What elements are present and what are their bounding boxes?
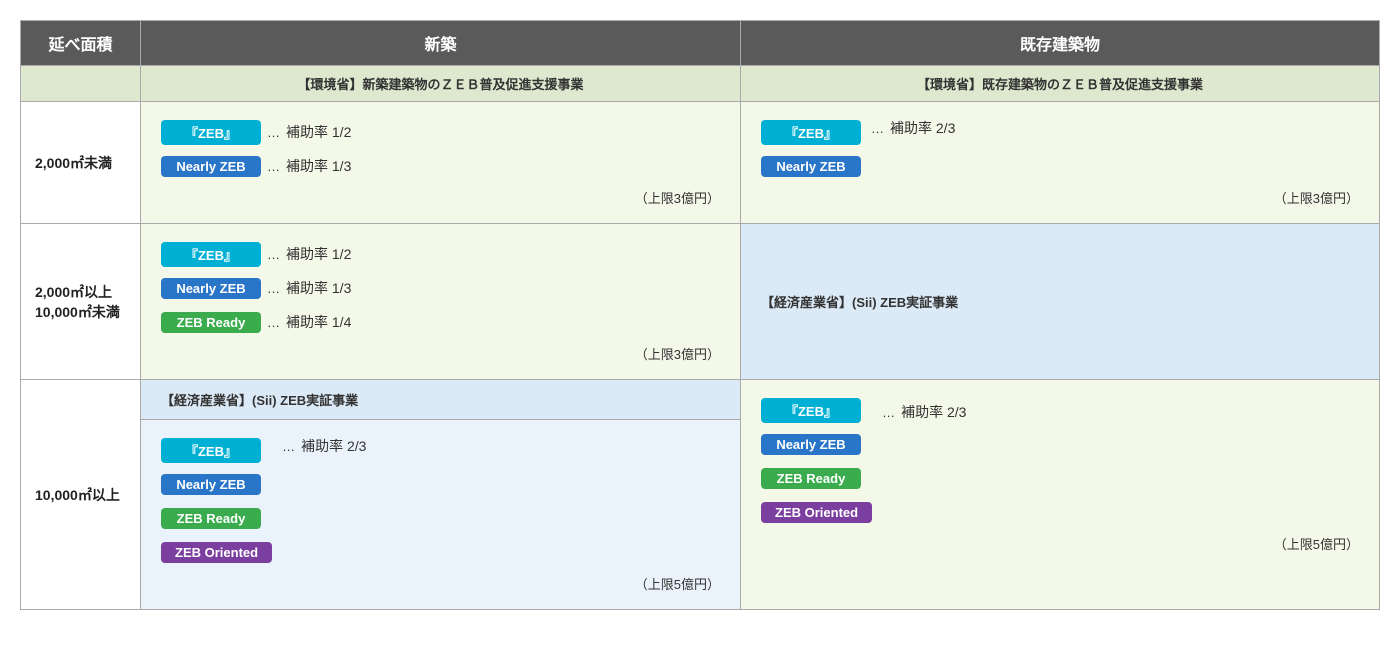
badge-nearly-3: Nearly ZEB xyxy=(161,474,261,495)
shinchiku-content-3: 『ZEB』 Nearly ZEB ZEB Ready ZEB Oriented xyxy=(141,420,740,609)
existing-badge-ready-3: ZEB Ready xyxy=(761,468,861,489)
content-group-2: 『ZEB』 … 補助率 1/2 Nearly ZEB … 補助率 1/3 ZEB… xyxy=(161,240,720,336)
area-header: 延べ面積 xyxy=(21,21,141,66)
badge-nearly-1: Nearly ZEB xyxy=(161,156,261,177)
table-row-1: 2,000㎡未満 『ZEB』 … 補助率 1/2 Nearly ZEB … 補助… xyxy=(21,102,1380,224)
sii-header-shinchiku-3: 【経済産業省】(Sii) ZEB実証事業 xyxy=(141,380,740,420)
existing-badge-zeb-1: 『ZEB』 xyxy=(761,120,861,145)
badge-zeb-2: 『ZEB』 xyxy=(161,242,261,267)
existing-rate-3: 補助率 2/3 xyxy=(901,402,966,422)
existing-limit-1: （上限3億円） xyxy=(761,188,1359,207)
area-cell-2: 2,000㎡以上10,000㎡未満 xyxy=(21,224,141,380)
content-group-3: 『ZEB』 Nearly ZEB ZEB Ready ZEB Oriented xyxy=(161,436,720,566)
rate-row-2b: Nearly ZEB … 補助率 1/3 xyxy=(161,274,351,302)
limit-1: （上限3億円） xyxy=(161,188,720,207)
existing-rate-row-1a: 『ZEB』 xyxy=(761,118,861,146)
badge-zeb-1: 『ZEB』 xyxy=(161,120,261,145)
badges-col-1: 『ZEB』 … 補助率 1/2 Nearly ZEB … 補助率 1/3 xyxy=(161,118,351,180)
existing-rate-line-3: … 補助率 2/3 xyxy=(882,402,966,422)
rate-row-3a: 『ZEB』 xyxy=(161,436,272,464)
shinchiku-header: 新築 xyxy=(141,21,741,66)
existing-content-3: 『ZEB』 Nearly ZEB ZEB Ready ZEB Oriented xyxy=(761,396,1359,526)
main-table: 延べ面積 新築 既存建築物 【環境省】新築建築物のＺＥＢ普及促進支援事業 【環境… xyxy=(20,20,1380,610)
existing-badge-nearly-3: Nearly ZEB xyxy=(761,434,861,455)
rate-2c: 補助率 1/4 xyxy=(286,312,351,332)
rate-row-3d: ZEB Oriented xyxy=(161,538,272,566)
rate-row-2a: 『ZEB』 … 補助率 1/2 xyxy=(161,240,351,268)
dots-2a: … xyxy=(267,247,280,262)
existing-rate-row-3c: ZEB Ready xyxy=(761,464,872,492)
existing-rate-row-3d: ZEB Oriented xyxy=(761,498,872,526)
subheader-existing: 【環境省】既存建築物のＺＥＢ普及促進支援事業 xyxy=(741,66,1380,102)
badge-zeb-3: 『ZEB』 xyxy=(161,438,261,463)
existing-rate-row-3b: Nearly ZEB xyxy=(761,430,872,458)
rate-row-3c: ZEB Ready xyxy=(161,504,272,532)
dots-2c: … xyxy=(267,315,280,330)
subheader-shinchiku: 【環境省】新築建築物のＺＥＢ普及促進支援事業 xyxy=(141,66,741,102)
sii-header-cell-2: 【経済産業省】(Sii) ZEB実証事業 xyxy=(741,224,1380,380)
table-row-2: 2,000㎡以上10,000㎡未満 『ZEB』 … 補助率 1/2 Nearly… xyxy=(21,224,1380,380)
existing-rate-col-3: … 補助率 2/3 xyxy=(872,396,966,422)
dots-3: … xyxy=(282,439,295,454)
rate-2a: 補助率 1/2 xyxy=(286,244,351,264)
badge-ready-3: ZEB Ready xyxy=(161,508,261,529)
rate-2b: 補助率 1/3 xyxy=(286,278,351,298)
header-row: 延べ面積 新築 既存建築物 xyxy=(21,21,1380,66)
rate-row-1a: 『ZEB』 … 補助率 1/2 xyxy=(161,118,351,146)
subheader-row: 【環境省】新築建築物のＺＥＢ普及促進支援事業 【環境省】既存建築物のＺＥＢ普及促… xyxy=(21,66,1380,102)
dots-2b: … xyxy=(267,281,280,296)
badge-ready-2: ZEB Ready xyxy=(161,312,261,333)
area-cell-3: 10,000㎡以上 xyxy=(21,380,141,610)
rate-row-2c: ZEB Ready … 補助率 1/4 xyxy=(161,308,351,336)
existing-content-1: 『ZEB』 Nearly ZEB … 補助率 2/3 xyxy=(761,118,1359,180)
limit-2: （上限3億円） xyxy=(161,344,720,363)
existing-badge-nearly-1: Nearly ZEB xyxy=(761,156,861,177)
badge-oriented-3: ZEB Oriented xyxy=(161,542,272,563)
existing-badges-3: 『ZEB』 Nearly ZEB ZEB Ready ZEB Oriented xyxy=(761,396,872,526)
dots-1b: … xyxy=(267,159,280,174)
existing-rate-line-1: … 補助率 2/3 xyxy=(871,118,955,138)
existing-badge-zeb-3: 『ZEB』 xyxy=(761,398,861,423)
existing-limit-3: （上限5億円） xyxy=(761,534,1359,553)
rate-col-3: … 補助率 2/3 xyxy=(272,436,366,456)
rate-3: 補助率 2/3 xyxy=(301,436,366,456)
sii-label-2: 【経済産業省】(Sii) ZEB実証事業 xyxy=(761,295,958,310)
existing-dots-3: … xyxy=(882,405,895,420)
shinchiku-cell-3: 【経済産業省】(Sii) ZEB実証事業 『ZEB』 Nearly ZEB xyxy=(141,380,741,610)
subheader-area-cell xyxy=(21,66,141,102)
existing-dots-1: … xyxy=(871,121,884,136)
table-row-3: 10,000㎡以上 【経済産業省】(Sii) ZEB実証事業 『ZEB』 Nea… xyxy=(21,380,1380,610)
limit-3-shinchiku: （上限5億円） xyxy=(161,574,720,593)
badge-nearly-2: Nearly ZEB xyxy=(161,278,261,299)
sii-label-shinchiku-3: 【経済産業省】(Sii) ZEB実証事業 xyxy=(161,393,358,408)
area-cell-1: 2,000㎡未満 xyxy=(21,102,141,224)
existing-badges-1: 『ZEB』 Nearly ZEB xyxy=(761,118,861,180)
existing-rate-row-3a: 『ZEB』 xyxy=(761,396,872,424)
existing-cell-1: 『ZEB』 Nearly ZEB … 補助率 2/3 （上限3億円） xyxy=(741,102,1380,224)
existing-rate-1: 補助率 2/3 xyxy=(890,118,955,138)
rate-line-3: … 補助率 2/3 xyxy=(282,436,366,456)
badges-col-3: 『ZEB』 Nearly ZEB ZEB Ready ZEB Oriented xyxy=(161,436,272,566)
existing-header: 既存建築物 xyxy=(741,21,1380,66)
content-group-1: 『ZEB』 … 補助率 1/2 Nearly ZEB … 補助率 1/3 xyxy=(161,118,720,180)
existing-rate-row-1b: Nearly ZEB xyxy=(761,152,861,180)
existing-rate-col-1: … 補助率 2/3 xyxy=(861,118,955,138)
existing-badge-oriented-3: ZEB Oriented xyxy=(761,502,872,523)
existing-cell-3: 『ZEB』 Nearly ZEB ZEB Ready ZEB Oriented xyxy=(741,380,1380,610)
rate-row-3b: Nearly ZEB xyxy=(161,470,272,498)
shinchiku-cell-1: 『ZEB』 … 補助率 1/2 Nearly ZEB … 補助率 1/3 （上限… xyxy=(141,102,741,224)
rate-1a: 補助率 1/2 xyxy=(286,122,351,142)
rate-1b: 補助率 1/3 xyxy=(286,156,351,176)
rate-row-1b: Nearly ZEB … 補助率 1/3 xyxy=(161,152,351,180)
badges-col-2: 『ZEB』 … 補助率 1/2 Nearly ZEB … 補助率 1/3 ZEB… xyxy=(161,240,351,336)
dots-1a: … xyxy=(267,125,280,140)
shinchiku-cell-2: 『ZEB』 … 補助率 1/2 Nearly ZEB … 補助率 1/3 ZEB… xyxy=(141,224,741,380)
